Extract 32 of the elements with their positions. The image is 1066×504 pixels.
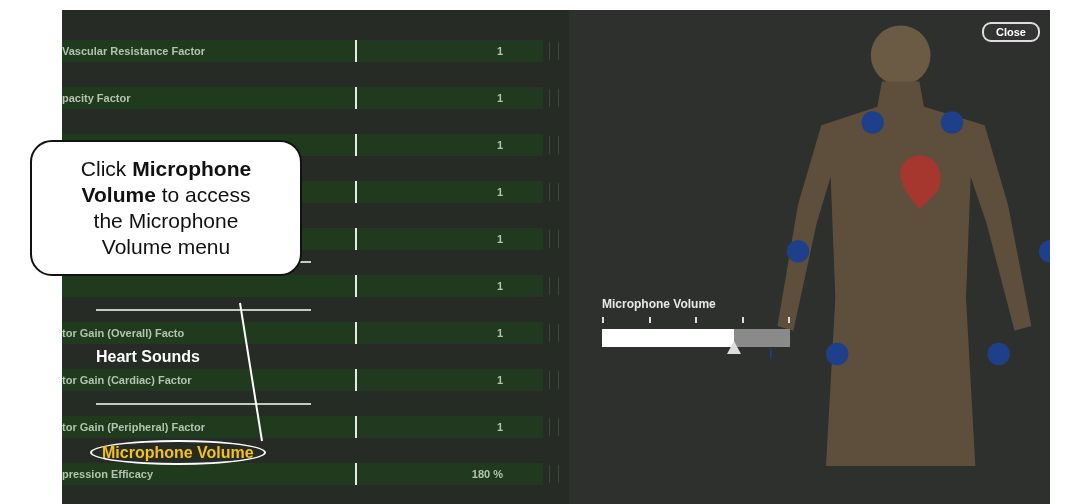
stepper-icon[interactable] (549, 183, 559, 201)
value-text: 1 (496, 92, 503, 104)
close-button[interactable]: Close (982, 22, 1040, 42)
stepper-icon[interactable] (549, 230, 559, 248)
parameter-label: tor Gain (Cardiac) Factor (62, 374, 192, 386)
value-text: 1 (496, 421, 503, 433)
stepper-icon[interactable] (549, 418, 559, 436)
value-text: 1 (496, 186, 503, 198)
value-text: 1 (496, 374, 503, 386)
stepper-icon[interactable] (549, 277, 559, 295)
parameter-label: pacity Factor (62, 92, 131, 104)
value-text: 1 (496, 139, 503, 151)
parameter-label: pression Efficacy (62, 468, 154, 480)
stepper-icon[interactable] (549, 465, 559, 483)
slider-thumb[interactable] (726, 341, 741, 354)
stepper-icon[interactable] (549, 371, 559, 389)
parameter-label: tor Gain (Peripheral) Factor (62, 421, 206, 433)
value-text: 1 (496, 233, 503, 245)
parameter-label: Vascular Resistance Factor (62, 45, 206, 57)
menu-item[interactable]: Heart Sounds (96, 346, 200, 367)
stepper-icon[interactable] (549, 324, 559, 342)
stepper-icon[interactable] (549, 89, 559, 107)
value-text: 1 (496, 327, 503, 339)
stepper-icon[interactable] (549, 42, 559, 60)
callout-box: Click Microphone Volume to access the Microphone Volume menu (30, 140, 302, 276)
value-text: 180 % (471, 468, 503, 480)
stepper-icon[interactable] (549, 136, 559, 154)
value-text: 1 (496, 280, 503, 292)
slider-label: Microphone Volume (602, 297, 717, 311)
value-text: 1 (496, 45, 503, 57)
menu-item[interactable]: Microphone Volume (90, 440, 266, 465)
parameter-label: tor Gain (Overall) Facto (62, 327, 185, 339)
